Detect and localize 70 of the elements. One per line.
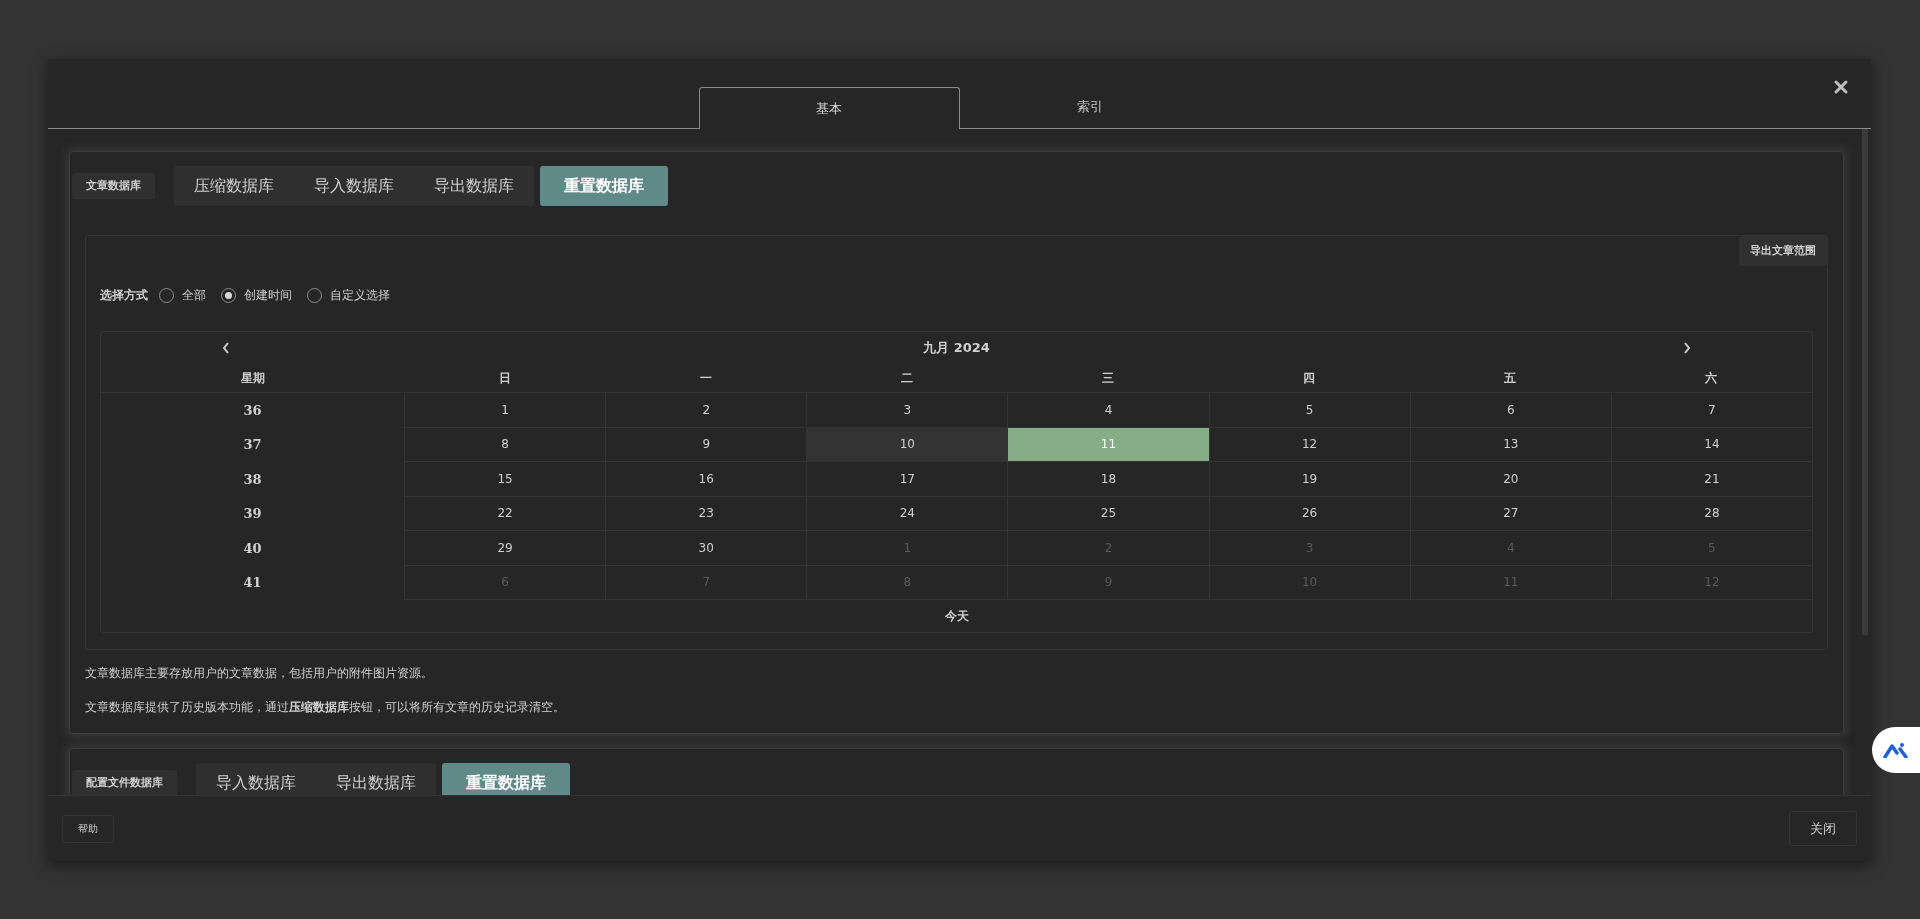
weekday-header: 日 [497, 369, 512, 387]
calendar-day[interactable]: 27 [1409, 496, 1611, 531]
database-action-button[interactable]: 导出数据库 [414, 166, 534, 206]
calendar-day[interactable]: 17 [806, 462, 1008, 497]
radio-label: 自定义选择 [330, 287, 390, 304]
week-number: 38 [242, 470, 263, 489]
next-month-icon[interactable] [1682, 340, 1692, 355]
week-number: 36 [242, 401, 263, 420]
section-label: 文章数据库 [72, 173, 155, 199]
calendar-day[interactable]: 28 [1610, 496, 1812, 531]
calendar-day[interactable]: 29 [404, 531, 606, 566]
calendar-day[interactable]: 1 [404, 393, 606, 428]
calendar-day[interactable]: 23 [605, 496, 807, 531]
scrollbar-thumb[interactable] [1862, 129, 1868, 635]
letters-logo-icon [1883, 742, 1909, 758]
dialog-tab[interactable]: 索引 [959, 86, 1221, 128]
calendar-day[interactable]: 8 [404, 427, 606, 462]
calendar-day[interactable]: 12 [1208, 427, 1410, 462]
today-button[interactable]: 今天 [944, 607, 969, 625]
calendar-day[interactable]: 21 [1610, 462, 1812, 497]
calendar-day[interactable]: 2 [605, 393, 807, 428]
weekday-header: 三 [1101, 369, 1115, 387]
calendar-day[interactable]: 16 [605, 462, 807, 497]
calendar-day[interactable]: 18 [1007, 462, 1209, 497]
calendar-day[interactable]: 26 [1208, 496, 1410, 531]
export-range-button[interactable]: 导出文章范围 [1739, 236, 1827, 266]
database-action-button[interactable]: 重置数据库 [442, 763, 570, 795]
floating-assistant-button[interactable] [1872, 727, 1920, 773]
weekday-header: 五 [1503, 369, 1518, 387]
week-number: 39 [242, 505, 263, 523]
week-number: 41 [242, 574, 263, 592]
description-text: 文章数据库主要存放用户的文章数据，包括用户的附件图片资源。 [85, 665, 434, 682]
close-button[interactable]: 关闭 [1789, 811, 1857, 846]
weekday-header: 六 [1704, 369, 1719, 387]
calendar-day[interactable]: 20 [1409, 462, 1611, 497]
calendar-day[interactable]: 13 [1409, 427, 1611, 462]
help-button[interactable]: 帮助 [62, 814, 114, 843]
radio-label: 创建时间 [244, 287, 292, 304]
radio-label: 全部 [182, 287, 206, 304]
description-text: 文章数据库提供了历史版本功能，通过压缩数据库按钮，可以将所有文章的历史记录清空。 [85, 699, 566, 716]
calendar-day[interactable]: 15 [404, 462, 606, 497]
calendar-day[interactable]: 14 [1610, 427, 1812, 462]
weekday-header: 二 [899, 369, 914, 387]
dialog-tab[interactable]: 基本 [698, 87, 960, 129]
section-label: 配置文件数据库 [72, 770, 177, 795]
calendar-day[interactable]: 19 [1208, 462, 1410, 497]
calendar-day[interactable]: 5 [1208, 393, 1410, 428]
calendar-day[interactable]: 7 [1610, 393, 1812, 428]
week-number: 40 [242, 539, 263, 558]
database-action-button[interactable]: 压缩数据库 [174, 166, 294, 206]
calendar-day[interactable]: 25 [1007, 496, 1209, 531]
calendar-day[interactable]: 3 [806, 393, 1008, 428]
week-number: 37 [242, 436, 263, 454]
weekday-header: 一 [698, 369, 713, 387]
database-action-button[interactable]: 重置数据库 [540, 166, 668, 206]
calendar-day[interactable]: 24 [806, 496, 1008, 531]
database-action-button[interactable]: 导入数据库 [196, 763, 316, 795]
week-header: 星期 [239, 369, 266, 387]
previous-month-icon[interactable] [221, 340, 231, 355]
database-action-button[interactable]: 导入数据库 [294, 166, 414, 206]
database-action-button[interactable]: 导出数据库 [316, 763, 436, 795]
calendar-day[interactable]: 4 [1007, 393, 1209, 428]
calendar-day[interactable]: 6 [1409, 393, 1611, 428]
weekday-header: 四 [1302, 369, 1317, 387]
close-icon[interactable] [1833, 79, 1849, 95]
select-mode-label: 选择方式 [100, 287, 148, 304]
calendar-day[interactable]: 22 [404, 496, 606, 531]
calendar-title: 九月 2024 [923, 338, 990, 357]
calendar-day[interactable]: 30 [605, 531, 807, 566]
calendar-day[interactable]: 10 [806, 427, 1008, 462]
